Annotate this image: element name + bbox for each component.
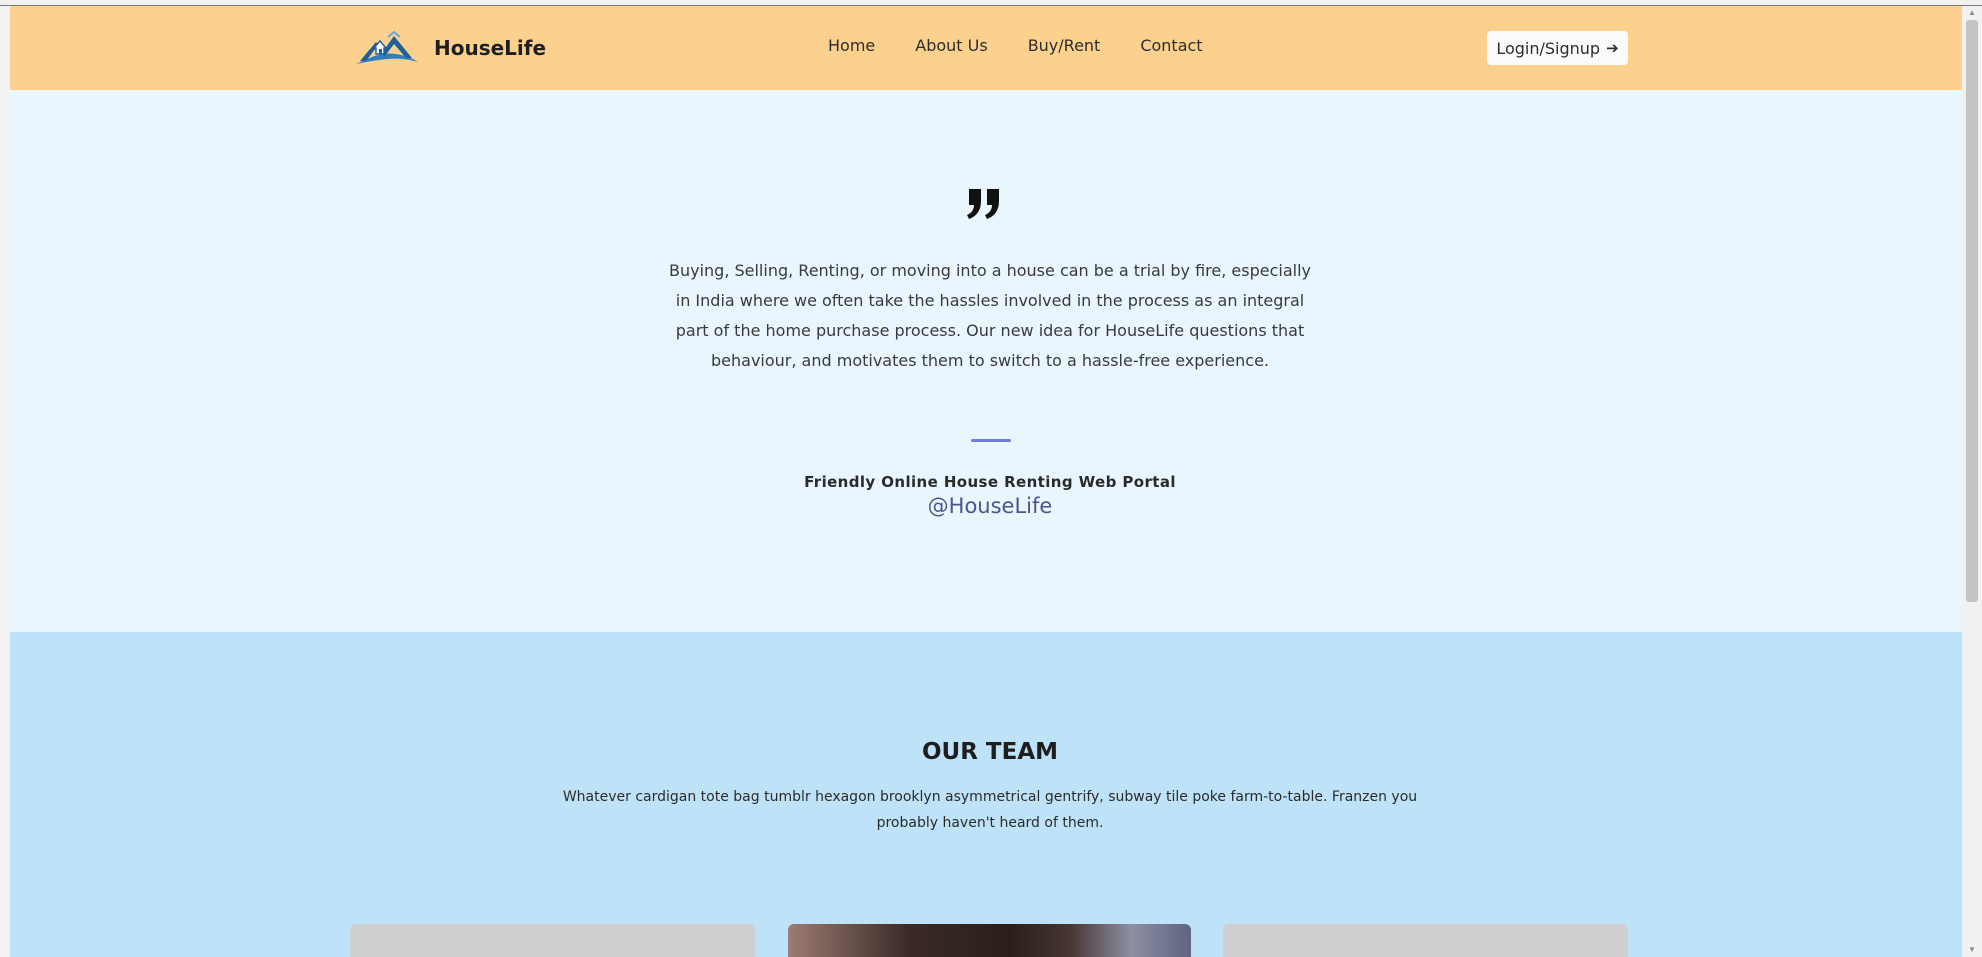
scroll-down-icon[interactable]: ▼ — [1967, 945, 1977, 955]
main-nav: Home About Us Buy/Rent Contact — [828, 36, 1203, 55]
accent-divider — [971, 439, 1011, 442]
site-header: HouseLife Home About Us Buy/Rent Contact… — [10, 6, 1972, 90]
vertical-scrollbar[interactable]: ▲ ▼ — [1962, 6, 1982, 957]
team-member-photo — [788, 924, 1191, 957]
nav-link-buy-rent[interactable]: Buy/Rent — [1028, 36, 1101, 55]
arrow-right-icon: ➔ — [1606, 39, 1619, 57]
brand-name: HouseLife — [434, 36, 547, 60]
testimonial-text: Buying, Selling, Renting, or moving into… — [668, 261, 1311, 370]
page-viewport: HouseLife Home About Us Buy/Rent Contact… — [10, 6, 1972, 957]
nav-link-about-us[interactable]: About Us — [915, 36, 987, 55]
team-title: OUR TEAM — [921, 739, 1059, 765]
brand[interactable]: HouseLife — [354, 28, 546, 68]
team-description: Whatever cardigan tote bag tumblr hexago… — [562, 789, 1418, 831]
team-section: OUR TEAM Whatever cardigan tote bag tumb… — [10, 632, 1972, 957]
house-mountain-logo-icon — [356, 30, 418, 64]
portal-title: Friendly Online House Renting Web Portal — [804, 473, 1176, 491]
scroll-up-icon[interactable]: ▲ — [1967, 8, 1977, 18]
team-card-placeholder — [350, 924, 755, 957]
quote-icon — [967, 189, 999, 219]
nav-link-contact[interactable]: Contact — [1140, 36, 1202, 55]
testimonial-section: Buying, Selling, Renting, or moving into… — [10, 90, 1972, 632]
browser-page: HouseLife Home About Us Buy/Rent Contact… — [0, 0, 1982, 957]
team-card-placeholder — [1223, 924, 1628, 957]
login-signup-button[interactable]: Login/Signup ➔ — [1487, 31, 1628, 65]
login-signup-label: Login/Signup — [1496, 38, 1601, 58]
nav-link-home[interactable]: Home — [828, 36, 875, 55]
portal-handle: @HouseLife — [927, 494, 1053, 518]
window-left-gutter — [0, 6, 10, 957]
scrollbar-thumb[interactable] — [1966, 20, 1978, 602]
